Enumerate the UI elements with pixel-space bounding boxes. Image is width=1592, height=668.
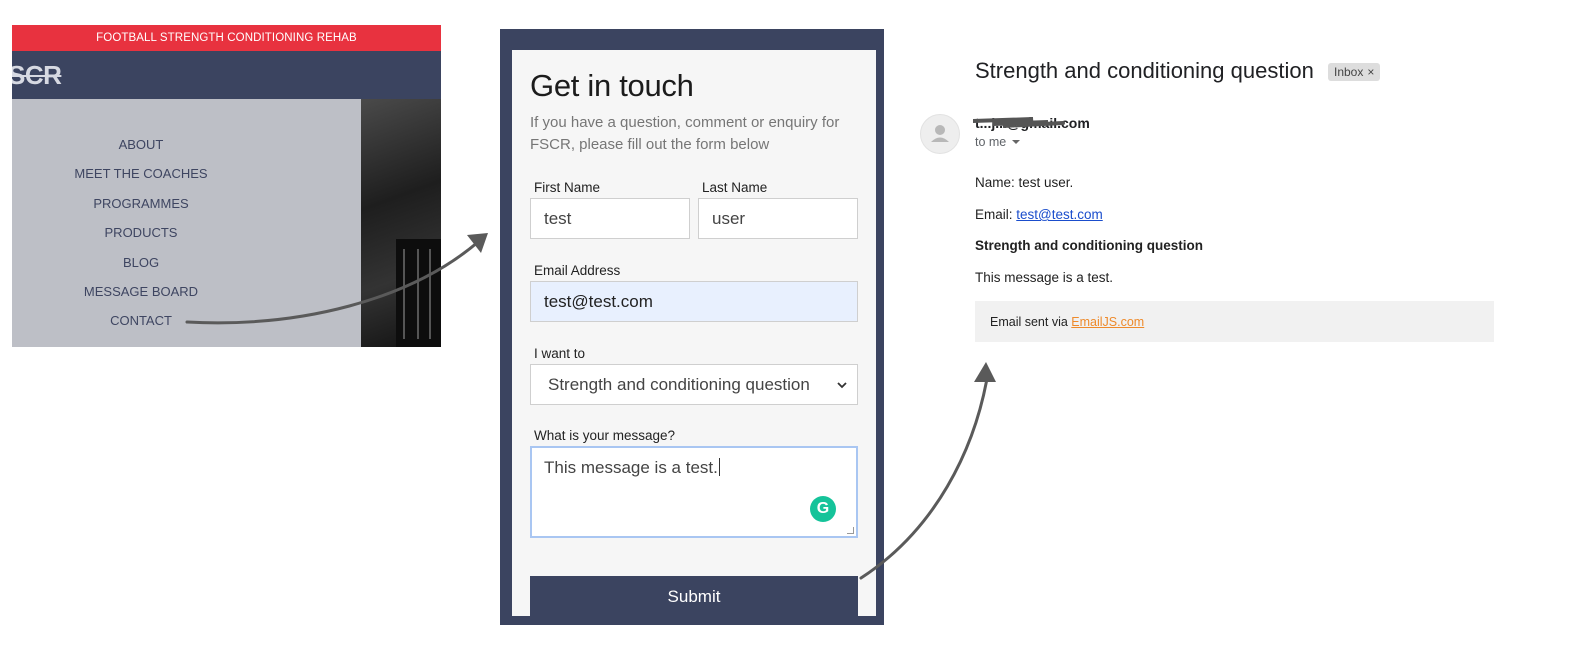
last-name-field[interactable]: user (698, 198, 858, 239)
sender-address: t...j...@gmail.com (973, 115, 1090, 131)
contact-form-panel: Get in touch If you have a question, com… (500, 29, 884, 625)
email-field[interactable]: test@test.com (530, 281, 858, 322)
submit-button[interactable]: Submit (530, 576, 858, 618)
message-textarea[interactable]: This message is a test. G (530, 446, 858, 538)
contact-form: Get in touch If you have a question, com… (512, 50, 876, 618)
close-icon[interactable]: × (1367, 65, 1374, 79)
message-text: This message is a test. (544, 458, 718, 477)
arrowhead-2-icon (974, 362, 996, 382)
form-title: Get in touch (530, 68, 694, 103)
top-banner: FOOTBALL STRENGTH CONDITIONING REHAB (12, 25, 441, 51)
intent-selected-value: Strength and conditioning question (548, 374, 810, 394)
inbox-label-chip[interactable]: Inbox × (1328, 63, 1381, 81)
first-name-label: First Name (534, 180, 601, 195)
emailjs-link[interactable]: EmailJS.com (1071, 315, 1144, 329)
chevron-down-icon (837, 381, 847, 388)
person-icon (931, 125, 949, 142)
intent-select[interactable]: Strength and conditioning question (530, 364, 858, 405)
intent-label: I want to (534, 346, 586, 361)
site-logo[interactable]: SCR (12, 60, 62, 91)
email-link[interactable]: test@test.com (1016, 207, 1102, 222)
recipient-dropdown[interactable]: to me (975, 135, 1021, 149)
menu-item-message-board[interactable]: MESSAGE BOARD (12, 284, 270, 313)
redaction-scribble (973, 117, 1065, 128)
first-name-field[interactable]: test (530, 198, 690, 239)
email-subject-line: Strength and conditioning question (975, 238, 1203, 253)
menu-item-programmes[interactable]: PROGRAMMES (12, 196, 270, 225)
message-label: What is your message? (534, 428, 676, 443)
menu-item-contact[interactable]: CONTACT (12, 313, 270, 342)
email-subject: Strength and conditioning question (975, 58, 1314, 83)
menu-item-about[interactable]: ABOUT (12, 137, 270, 166)
email-label: Email Address (534, 263, 621, 278)
email-footer: Email sent via EmailJS.com (975, 301, 1494, 342)
menu-item-blog[interactable]: BLOG (12, 255, 270, 284)
menu-item-meet-the-coaches[interactable]: MEET THE COACHES (12, 166, 270, 195)
website-menu-panel: FOOTBALL STRENGTH CONDITIONING REHAB SCR… (12, 25, 441, 347)
menu-item-products[interactable]: PRODUCTS (12, 225, 270, 254)
caret-down-icon (1012, 140, 1021, 144)
avatar[interactable] (920, 114, 960, 154)
resize-handle-icon[interactable] (847, 527, 854, 534)
form-intro: If you have a question, comment or enqui… (530, 114, 840, 153)
grammarly-icon[interactable]: G (810, 496, 836, 522)
last-name-label: Last Name (702, 180, 768, 195)
site-navbar: SCR (12, 51, 441, 99)
nav-menu: ABOUT MEET THE COACHES PROGRAMMES PRODUC… (12, 99, 361, 347)
email-message-line: This message is a test. (975, 270, 1114, 285)
hero-image (361, 99, 441, 347)
arrowhead-1-icon (467, 233, 488, 253)
email-name-line: Name: test user. (975, 175, 1074, 190)
text-cursor (718, 458, 720, 476)
email-address-line: Email: test@test.com (975, 207, 1103, 222)
